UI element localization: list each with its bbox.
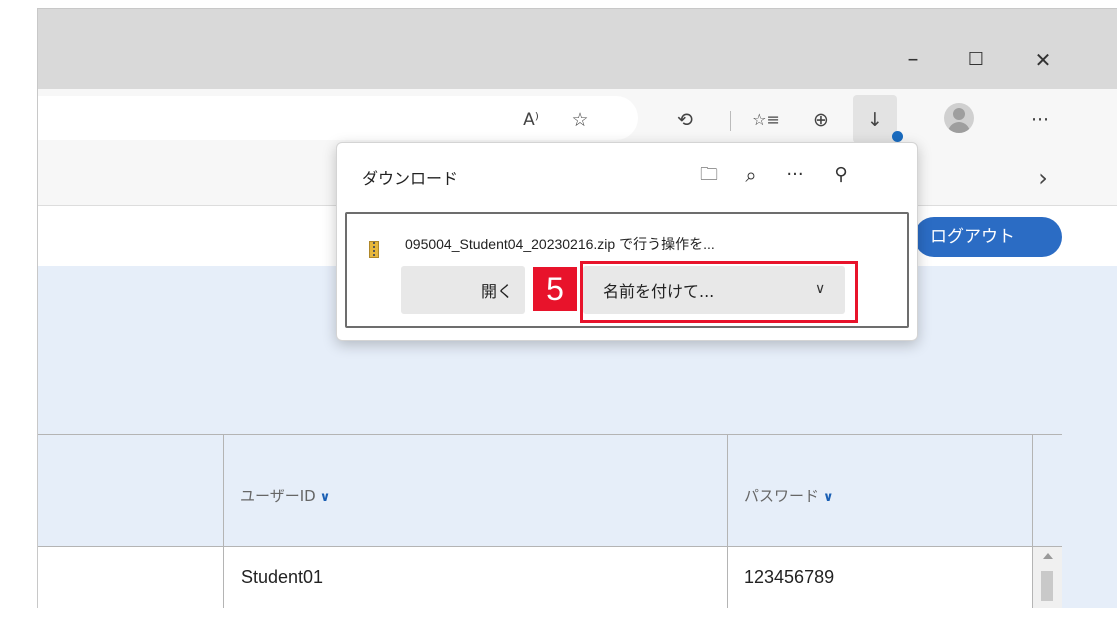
- column-divider: [223, 434, 224, 608]
- table-header: ユーザーID ∨ パスワード ∨: [38, 434, 1062, 547]
- column-header-label: ユーザーID: [240, 487, 316, 505]
- step-number-badge: 5: [533, 267, 577, 311]
- step-highlight-box: [580, 261, 858, 323]
- profile-avatar[interactable]: [944, 103, 974, 133]
- browser-toolbar: A⁾ ☆ ⟲ ☆≡ ⊕ ↓ ···: [38, 89, 1117, 149]
- open-folder-icon[interactable]: 🗀: [695, 161, 723, 189]
- scroll-thumb[interactable]: [1041, 571, 1053, 601]
- downloads-more-icon[interactable]: ···: [781, 161, 809, 189]
- favorites-chevron-icon[interactable]: ›: [1028, 163, 1058, 193]
- download-item: 095004_Student04_20230216.zip で行う操作を... …: [345, 212, 909, 328]
- extensions-icon[interactable]: ⟲: [670, 105, 700, 135]
- table-cell-user-id: Student01: [241, 567, 324, 587]
- add-favorite-icon[interactable]: ☆: [565, 105, 595, 135]
- table-scrollbar[interactable]: [1032, 547, 1062, 608]
- column-divider: [727, 434, 728, 608]
- user-table: ユーザーID ∨ パスワード ∨ Student01 123456789: [38, 434, 1062, 608]
- scroll-up-arrow-icon[interactable]: [1043, 553, 1053, 559]
- read-aloud-icon[interactable]: A⁾: [516, 105, 546, 135]
- column-header-password[interactable]: パスワード ∨: [744, 485, 834, 506]
- close-button[interactable]: ✕: [1023, 45, 1063, 75]
- downloads-flyout: ダウンロード 🗀 ⌕ ··· ⚲ 095004_Student04_202302…: [336, 142, 918, 341]
- collections-icon[interactable]: ⊕: [806, 105, 836, 135]
- download-filename-prompt: 095004_Student04_20230216.zip で行う操作を...: [405, 236, 715, 252]
- maximize-button[interactable]: ☐: [956, 45, 996, 75]
- download-status-badge: [892, 131, 903, 142]
- sort-chevron-icon[interactable]: ∨: [823, 490, 834, 505]
- favorites-icon[interactable]: ☆≡: [747, 105, 785, 135]
- column-header-label: パスワード: [744, 487, 820, 505]
- address-bar[interactable]: [38, 96, 638, 140]
- toolbar-divider: [730, 111, 731, 131]
- sort-chevron-icon[interactable]: ∨: [320, 490, 331, 505]
- open-button[interactable]: 開く: [401, 266, 525, 314]
- browser-window: – ☐ ✕ A⁾ ☆ ⟲ ☆≡ ⊕ ↓ ··· › ログアウト ユーザーID ∨: [37, 8, 1117, 608]
- pin-icon[interactable]: ⚲: [827, 161, 855, 189]
- column-header-user-id[interactable]: ユーザーID ∨: [240, 485, 330, 506]
- avatar-head-shape: [953, 108, 965, 120]
- avatar-body-shape: [948, 122, 970, 133]
- downloads-icon[interactable]: ↓: [860, 105, 890, 135]
- title-bar: – ☐ ✕: [38, 9, 1117, 89]
- zip-file-icon: [369, 241, 379, 258]
- settings-more-icon[interactable]: ···: [1025, 105, 1055, 135]
- logout-button[interactable]: ログアウト: [914, 217, 1062, 257]
- downloads-title: ダウンロード: [362, 169, 459, 188]
- search-downloads-icon[interactable]: ⌕: [737, 161, 765, 189]
- minimize-button[interactable]: –: [893, 45, 933, 75]
- table-cell-password: 123456789: [744, 567, 835, 587]
